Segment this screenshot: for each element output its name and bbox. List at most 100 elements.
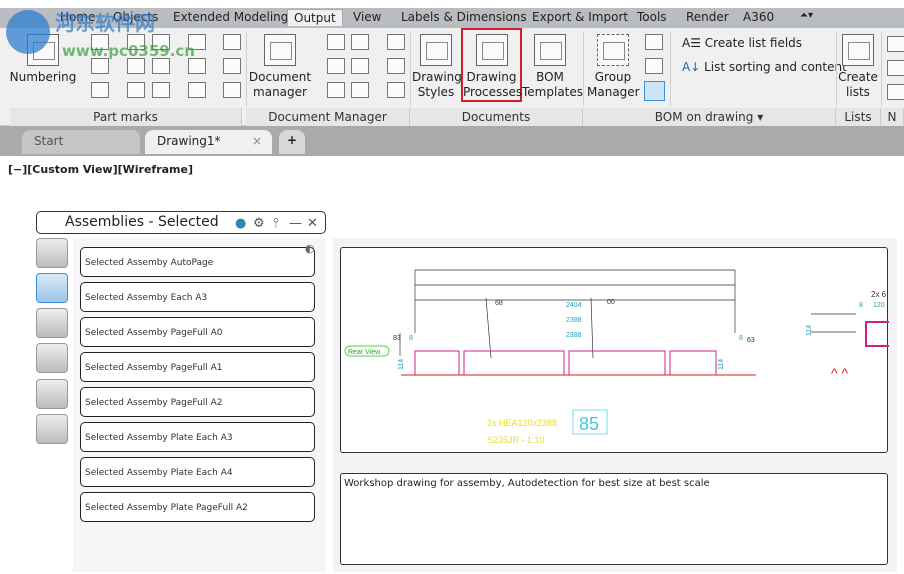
document-manager-button[interactable]: Document manager — [248, 34, 312, 100]
tab-drawing1[interactable]: Drawing1* × — [145, 130, 272, 154]
equal-icon[interactable] — [127, 82, 145, 98]
dimension-label: 8 — [409, 335, 413, 342]
beam-end-icon[interactable] — [223, 34, 241, 50]
question-mark-icon[interactable] — [188, 58, 206, 74]
delete-mark-icon[interactable] — [91, 82, 109, 98]
list-item[interactable]: Selected Assemby Plate PageFull A2 — [80, 492, 315, 522]
tab-a360[interactable]: A360 — [743, 10, 774, 24]
part-mark-icon[interactable] — [91, 34, 109, 50]
gear-icon[interactable]: ⚙ — [253, 216, 265, 231]
edit-style-icon[interactable] — [387, 34, 405, 50]
add-document-icon[interactable] — [327, 34, 345, 50]
tab-home[interactable]: Home — [60, 10, 95, 24]
close-icon[interactable]: ✕ — [307, 216, 318, 231]
view-label: Rear View — [348, 349, 381, 356]
list-item[interactable]: Selected Assemby Plate Each A3 — [80, 422, 315, 452]
beam-mark-icon[interactable] — [152, 34, 170, 50]
document-settings-icon[interactable] — [327, 82, 345, 98]
label: BOM — [536, 70, 564, 84]
category-camera-icon[interactable] — [36, 308, 68, 338]
tab-render[interactable]: Render — [686, 10, 729, 24]
title-line: 2x HEA120x2388 — [487, 418, 557, 428]
tab-objects[interactable]: Objects — [113, 10, 158, 24]
separator — [881, 32, 882, 106]
pin-icon[interactable]: ⫯ — [273, 216, 279, 231]
category-plate-icon[interactable] — [36, 379, 68, 409]
tab-output[interactable]: Output — [287, 9, 343, 26]
separator — [246, 32, 247, 106]
drawing-processes-button[interactable]: Drawing Processes — [461, 28, 522, 102]
edit-group-icon[interactable] — [645, 34, 663, 50]
section-mark-icon: ^ ^ — [831, 365, 848, 381]
drawing-styles-button[interactable]: Drawing Styles — [412, 34, 462, 100]
remove-document-icon[interactable] — [351, 34, 369, 50]
tab-view[interactable]: View — [353, 10, 381, 24]
tab-extended-modeling[interactable]: Extended Modeling — [173, 10, 288, 24]
tab-labels-dimensions[interactable]: Labels & Dimensions — [401, 10, 527, 24]
document-tab-bar: Start Drawing1* × + — [0, 126, 904, 156]
select-group-icon[interactable] — [644, 81, 665, 101]
list-item[interactable]: Selected Assemby Each A3 — [80, 282, 315, 312]
panel-label-nc: N — [881, 108, 904, 126]
nc-icon[interactable] — [887, 36, 904, 52]
category-assembly-icon[interactable] — [36, 273, 68, 303]
list-item[interactable]: Selected Assemby PageFull A2 — [80, 387, 315, 417]
document-settings-icon[interactable] — [351, 82, 369, 98]
add-group-icon[interactable] — [645, 58, 663, 74]
label: Drawing — [466, 70, 517, 84]
separator — [836, 32, 837, 106]
edit-document-icon[interactable] — [327, 58, 345, 74]
label: Drawing — [412, 70, 462, 84]
list-sorting-button[interactable]: A↓ List sorting and content — [682, 60, 847, 74]
dxf-icon[interactable] — [887, 60, 904, 76]
numbers-grid-icon[interactable] — [152, 82, 170, 98]
create-lists-button[interactable]: Create lists — [838, 34, 878, 100]
tab-start[interactable]: Start — [22, 130, 140, 154]
minimize-icon[interactable]: — — [289, 216, 302, 231]
dimension-label: 2404 — [566, 302, 582, 309]
create-list-fields-button[interactable]: A☰ Create list fields — [682, 36, 802, 50]
close-tab-icon[interactable]: × — [252, 134, 262, 148]
nc-settings-icon[interactable] — [887, 84, 904, 100]
category-camera-dashed-icon[interactable] — [36, 343, 68, 373]
ribbon: Numbering Document manager Drawing Style… — [0, 28, 904, 126]
list-item[interactable]: Selected Assemby Plate Each A4 — [80, 457, 315, 487]
bom-templates-button[interactable]: BOM Templates — [522, 34, 583, 100]
plate-end-icon[interactable] — [223, 58, 241, 74]
beam-icon[interactable] — [127, 58, 145, 74]
beam-mark-icon[interactable] — [127, 34, 145, 50]
plate-icon[interactable] — [152, 58, 170, 74]
group-manager-button[interactable]: Group Manager — [587, 34, 640, 100]
list-item[interactable]: Selected Assemby PageFull A1 — [80, 352, 315, 382]
part-number: 85 — [579, 414, 599, 434]
numbering-icon — [27, 34, 59, 66]
question-mark-icon[interactable] — [188, 34, 206, 50]
numbering-button[interactable]: Numbering — [8, 34, 78, 85]
dimension-label: 2388 — [566, 317, 582, 324]
dropdown-arrow-icon: ▾ — [757, 110, 764, 124]
drawing-styles-icon — [420, 34, 452, 66]
category-beam-icon[interactable] — [36, 238, 68, 268]
list-item[interactable]: Selected Assemby AutoPage — [80, 247, 315, 277]
tab-tools[interactable]: Tools — [637, 10, 667, 24]
label: Processes — [463, 85, 523, 99]
panel-label-lists: Lists — [836, 108, 881, 126]
palette-title: Assemblies - Selected — [65, 214, 219, 230]
delete-mark-icon[interactable] — [91, 58, 109, 74]
viewport-controls[interactable]: [−][Custom View][Wireframe] — [8, 163, 193, 176]
update-icon[interactable] — [387, 82, 405, 98]
style-brush-icon[interactable] — [387, 58, 405, 74]
tab-export-import[interactable]: Export & Import — [532, 10, 628, 24]
list-item[interactable]: Selected Assemby PageFull A0 — [80, 317, 315, 347]
palette-title-bar[interactable]: Assemblies - Selected ● ⚙ ⫯ — ✕ — [36, 211, 326, 234]
sort-icon: A↓ — [682, 60, 705, 74]
collapse-icon[interactable]: ◐ — [305, 242, 315, 255]
globe-icon[interactable]: ● — [235, 216, 246, 231]
delete-document-icon[interactable] — [351, 58, 369, 74]
ribbon-minimize-icon[interactable]: ⏶▾ — [800, 10, 813, 21]
category-plate-dashed-icon[interactable] — [36, 414, 68, 444]
question-mark-icon[interactable] — [188, 82, 206, 98]
beam-numbers-icon[interactable] — [223, 82, 241, 98]
new-tab-button[interactable]: + — [279, 130, 305, 154]
panel-label-bom-on-drawing[interactable]: BOM on drawing ▾ — [583, 108, 836, 126]
